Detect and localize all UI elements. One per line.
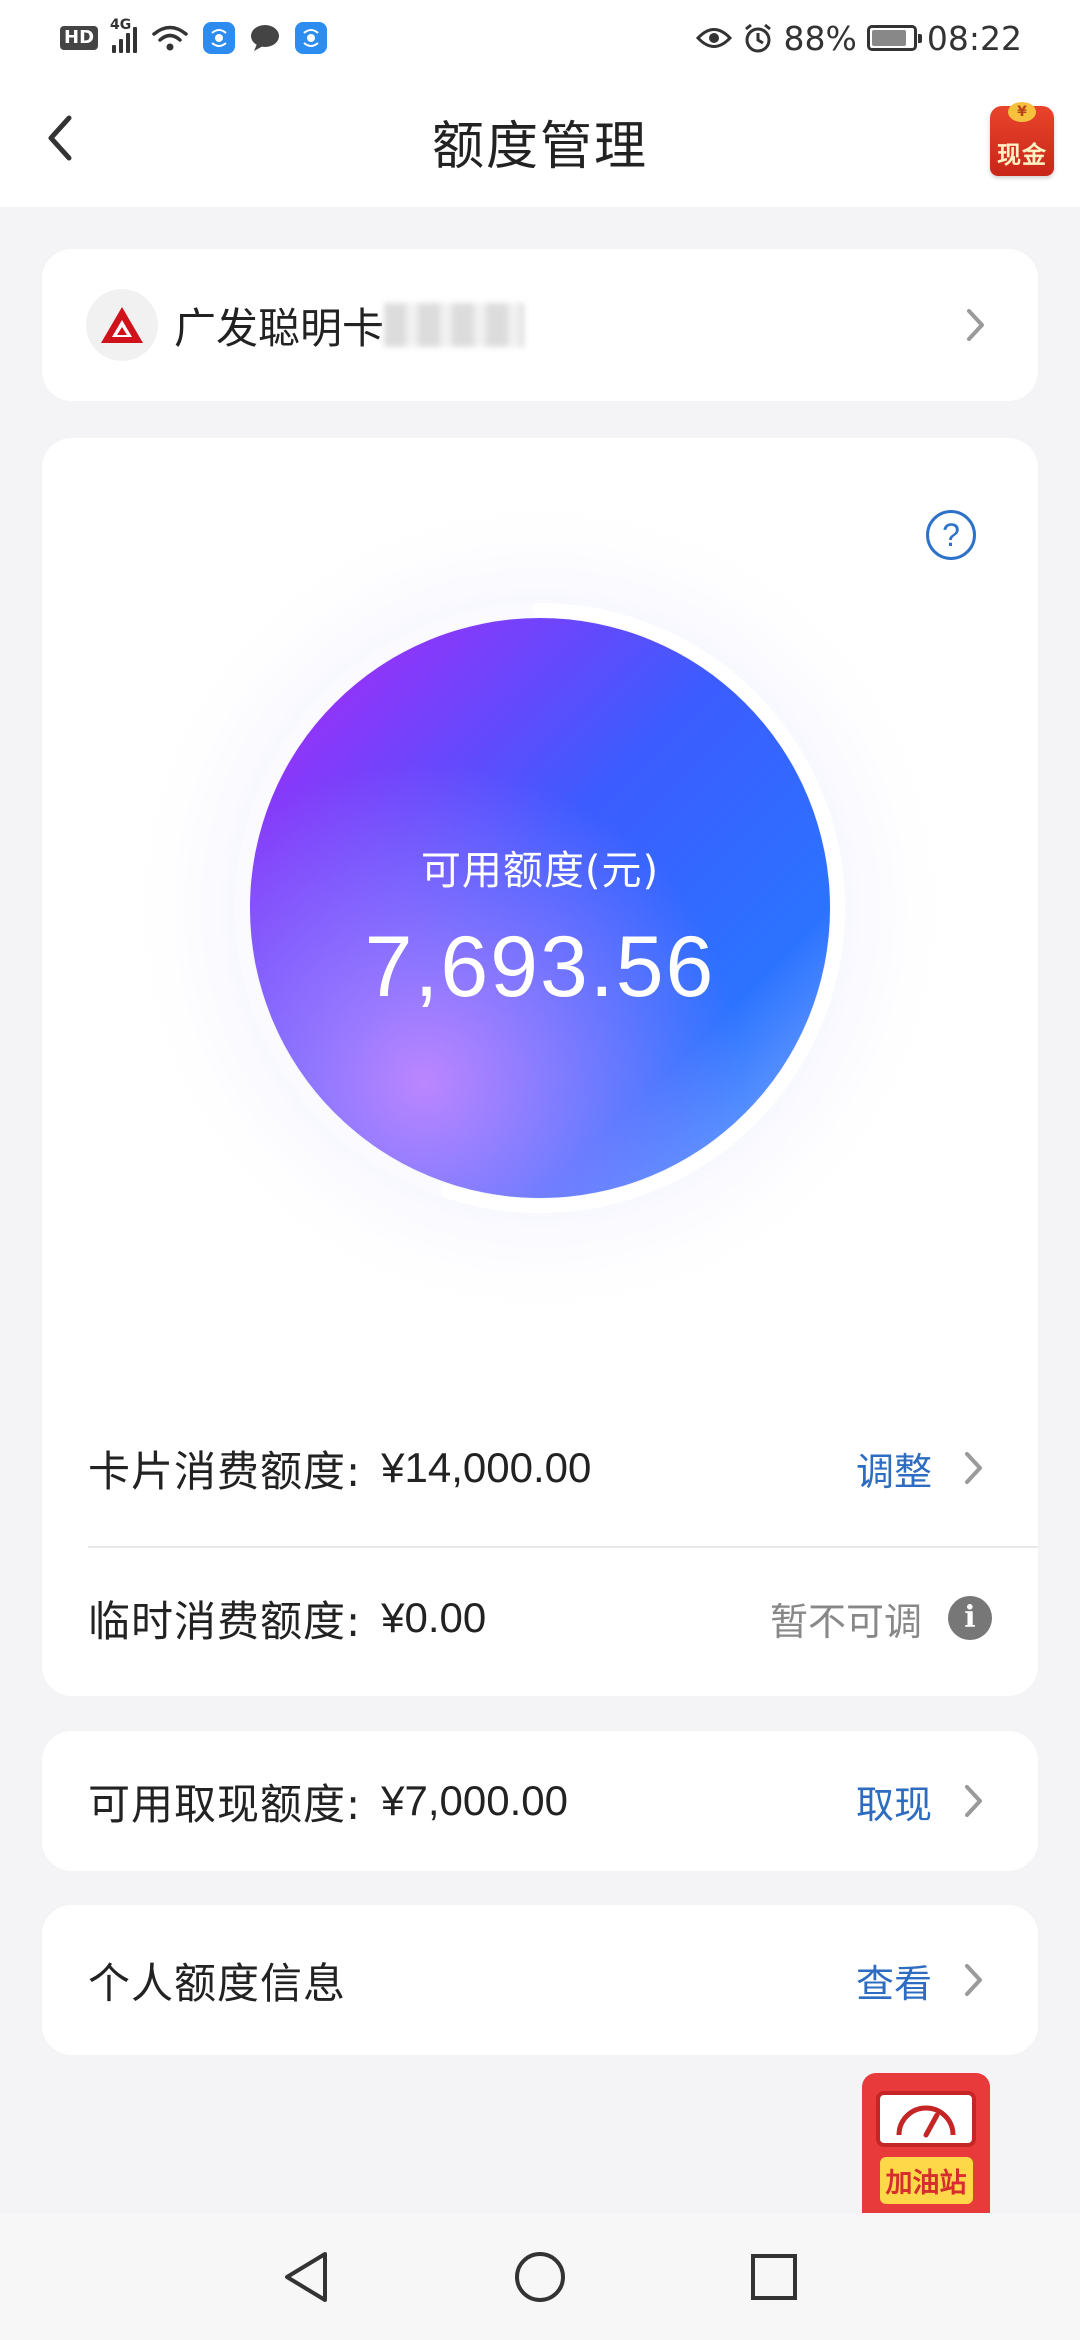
card-spending-limit-label: 卡片消费额度: (88, 1446, 362, 1496)
gauge-graphic (120, 488, 960, 1328)
view-personal-limit-button[interactable]: 查看 (856, 1953, 932, 2008)
card-spending-limit-row: 卡片消费额度: ¥14,000.00 调整 (88, 1398, 992, 1538)
status-right: 88% 08:22 (695, 18, 1022, 58)
coin-icon: ¥ (1008, 102, 1036, 122)
chevron-right-icon[interactable] (956, 1783, 992, 1819)
alarm-icon (744, 23, 771, 53)
status-left: HD 4G (60, 17, 328, 54)
cgb-bank-logo-icon (86, 289, 158, 361)
adjust-limit-button[interactable]: 调整 (856, 1441, 932, 1496)
cash-button[interactable]: ¥ 现金 (990, 102, 1054, 176)
chevron-right-icon[interactable] (956, 1962, 992, 1998)
nav-back-icon[interactable] (274, 2245, 338, 2309)
chevron-left-icon (48, 115, 72, 161)
personal-limit-label: 个人额度信息 (88, 1958, 347, 2008)
card-name: 广发聪明卡 (174, 303, 385, 353)
clock: 08:22 (926, 18, 1022, 58)
cash-withdrawal-label: 可用取现额度: (88, 1779, 362, 1829)
temporary-limit-label: 临时消费额度: (88, 1596, 362, 1646)
cash-withdrawal-card: 可用取现额度: ¥7,000.00 取现 (42, 1731, 1038, 1871)
card-selector[interactable]: 广发聪明卡 (42, 249, 1038, 401)
card-number-masked (384, 303, 525, 347)
available-credit-label: 可用额度(元) (420, 848, 660, 894)
personal-limit-card[interactable]: 个人额度信息 查看 (42, 1905, 1038, 2055)
battery-icon (866, 25, 922, 51)
gauge-meter-icon (876, 2091, 976, 2147)
cash-withdrawal-value: ¥7,000.00 (381, 1777, 569, 1824)
available-credit-gauge: 可用额度(元) 7,693.56 (104, 478, 976, 1338)
back-button[interactable] (28, 106, 92, 170)
page-title: 额度管理 (431, 117, 648, 177)
nav-home-icon[interactable] (508, 2245, 572, 2309)
available-credit-value: 7,693.56 (364, 919, 716, 1015)
wifi-icon (152, 25, 188, 51)
quota-card: ? 可用额度(元) 7,693.56 卡片消费额度: ¥14,000.00 调整… (42, 438, 1038, 1696)
chevron-right-icon (958, 307, 994, 343)
cash-withdrawal-row: 可用取现额度: ¥7,000.00 取现 (88, 1731, 992, 1871)
chevron-right-icon[interactable] (956, 1450, 992, 1486)
temporary-limit-value: ¥0.00 (381, 1594, 487, 1641)
eye-icon (695, 28, 732, 48)
signal-icon: 4G (110, 17, 138, 53)
app-notification-icon (295, 22, 328, 54)
withdraw-cash-button[interactable]: 取现 (856, 1774, 932, 1829)
info-icon[interactable]: i (948, 1596, 992, 1640)
temporary-limit-row: 临时消费额度: ¥0.00 暂不可调 i (88, 1548, 992, 1688)
network-type: 4G (110, 17, 132, 33)
battery-percent: 88% (783, 18, 857, 58)
personal-limit-row[interactable]: 个人额度信息 查看 (88, 1910, 992, 2050)
status-bar: HD 4G 88% 08:22 (0, 0, 1080, 76)
hd-badge: HD (60, 26, 99, 50)
card-spending-limit-value: ¥14,000.00 (381, 1444, 592, 1491)
app-notification-icon (203, 22, 236, 54)
system-nav-bar (0, 2213, 1080, 2340)
cash-button-label: 现金 (997, 141, 1047, 169)
gas-station-label: 加油站 (879, 2157, 973, 2204)
nav-recents-icon[interactable] (742, 2245, 806, 2309)
header: 额度管理 ¥ 现金 (0, 76, 1080, 207)
message-icon (251, 25, 280, 51)
gas-station-floating-ad[interactable]: 加油站 (862, 2073, 990, 2213)
temporary-limit-status: 暂不可调 (769, 1599, 922, 1644)
